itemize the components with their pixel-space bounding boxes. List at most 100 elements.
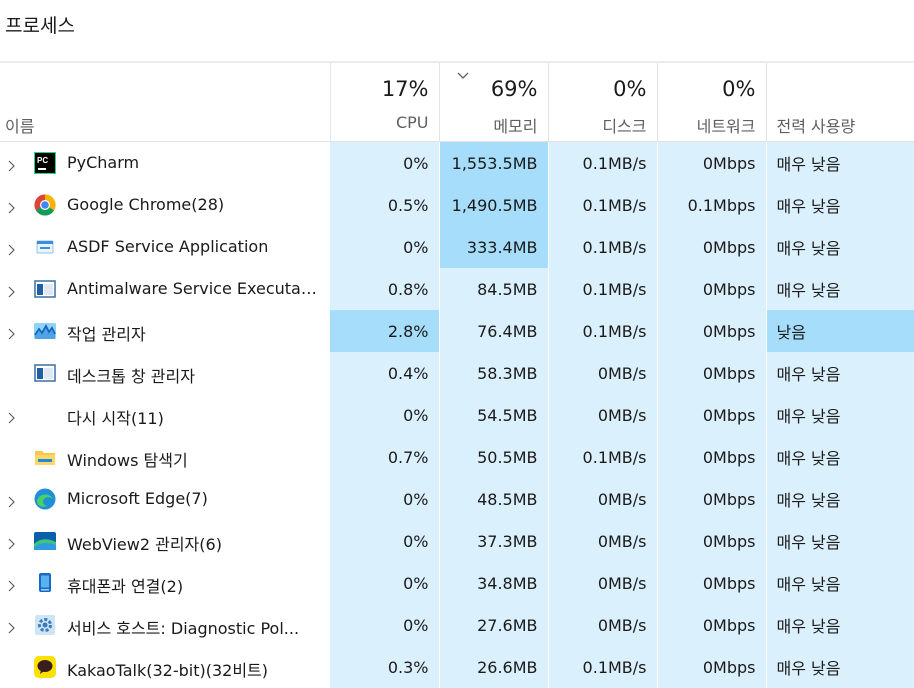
sort-descending-chevron-icon [457, 72, 468, 79]
column-header-memory[interactable]: 69% 메모리 [439, 63, 549, 142]
service-host-icon [34, 614, 56, 636]
expand-chevron-icon[interactable] [7, 619, 15, 634]
process-name: 데스크톱 창 관리자 [67, 367, 195, 386]
process-name-cell[interactable]: 서비스 호스트: Diagnostic Pol... [0, 604, 330, 646]
expand-chevron-icon[interactable] [7, 283, 15, 298]
process-name: ASDF Service Application [67, 237, 269, 256]
column-header-cpu[interactable]: 17% CPU [330, 63, 440, 142]
process-name: KakaoTalk(32-bit)(32비트) [67, 661, 269, 680]
column-cpu-label: CPU [395, 113, 429, 132]
process-name-cell[interactable]: Microsoft Edge(7) [0, 478, 330, 520]
process-name: Antimalware Service Executab... [67, 279, 325, 298]
table-row[interactable]: PC PyCharm 0% 1,553.5MB 0.1MB/s 0Mbps 매우 낮음 [0, 141, 914, 184]
table-row[interactable]: 데스크톱 창 관리자 0.4% 58.3MB 0MB/s 0Mbps 매우 낮음 [0, 352, 914, 394]
memory-cell: 37.3MB [439, 520, 549, 562]
file-explorer-icon [34, 446, 56, 468]
cpu-cell: 0% [330, 226, 440, 268]
expand-chevron-icon[interactable] [7, 409, 15, 424]
column-header-disk[interactable]: 0% 디스크 [548, 63, 658, 142]
expand-chevron-icon[interactable] [7, 493, 15, 508]
network-cell: 0.1Mbps [657, 184, 767, 226]
process-name: WebView2 관리자(6) [67, 535, 222, 554]
table-row[interactable]: ASDF Service Application 0% 333.4MB 0.1MB/s… [0, 226, 914, 268]
disk-cell: 0MB/s [548, 604, 658, 646]
disk-cell: 0MB/s [548, 352, 658, 394]
process-name-cell[interactable]: Google Chrome(28) [0, 184, 330, 226]
process-name-cell[interactable]: 휴대폰과 연결(2) [0, 562, 330, 604]
expand-chevron-icon[interactable] [7, 199, 15, 214]
table-row[interactable]: Antimalware Service Executab... 0.8% 84.5M… [0, 268, 914, 310]
table-row[interactable]: 다시 시작(11) 0% 54.5MB 0MB/s 0Mbps 매우 낮음 [0, 394, 914, 436]
power-usage-cell: 매우 낮음 [766, 352, 914, 394]
cpu-cell: 0% [330, 520, 440, 562]
process-name-cell[interactable]: 데스크톱 창 관리자 [0, 352, 330, 394]
power-usage-cell: 매우 낮음 [766, 436, 914, 478]
webview2-icon [34, 530, 56, 552]
table-row[interactable]: WebView2 관리자(6) 0% 37.3MB 0MB/s 0Mbps 매우 낮음 [0, 520, 914, 562]
process-name-cell[interactable]: 작업 관리자 [0, 310, 330, 352]
expand-chevron-icon[interactable] [7, 241, 15, 256]
column-header-network[interactable]: 0% 네트워크 [657, 63, 767, 142]
expand-chevron-icon[interactable] [7, 577, 15, 592]
table-row[interactable]: 서비스 호스트: Diagnostic Pol... 0% 27.6MB 0MB/s 0… [0, 604, 914, 646]
network-cell: 0Mbps [657, 394, 767, 436]
edge-icon [34, 488, 56, 510]
desktop-window-manager-icon [34, 362, 56, 384]
svg-text:PC: PC [37, 156, 48, 165]
cpu-cell: 0.4% [330, 352, 440, 394]
process-name: PyCharm [67, 153, 140, 172]
network-cell: 0Mbps [657, 226, 767, 268]
page-title: 프로세스 [5, 15, 75, 37]
process-name-cell[interactable]: Antimalware Service Executab... [0, 268, 330, 310]
power-usage-cell: 매우 낮음 [766, 604, 914, 646]
process-name: 휴대폰과 연결(2) [67, 577, 184, 596]
table-row[interactable]: Google Chrome(28) 0.5% 1,490.5MB 0.1MB/s 0.1… [0, 184, 914, 226]
disk-cell: 0.1MB/s [548, 141, 658, 184]
process-name-cell[interactable]: 다시 시작(11) [0, 394, 330, 436]
table-row[interactable]: Windows 탐색기 0.7% 50.5MB 0.1MB/s 0Mbps 매우 낮음 [0, 436, 914, 478]
power-usage-cell: 매우 낮음 [766, 184, 914, 226]
process-name-cell[interactable]: WebView2 관리자(6) [0, 520, 330, 562]
memory-cell: 76.4MB [439, 310, 549, 352]
column-header-power[interactable]: 전력 사용량 [766, 63, 914, 142]
kakaotalk-icon [34, 656, 56, 678]
process-name: Windows 탐색기 [67, 451, 188, 470]
process-name: Microsoft Edge(7) [67, 489, 208, 508]
cpu-cell: 0% [330, 141, 440, 184]
disk-cell: 0.1MB/s [548, 226, 658, 268]
phone-link-icon [34, 572, 56, 594]
cpu-total-percent: 17% [381, 77, 429, 101]
table-row[interactable]: 작업 관리자 2.8% 76.4MB 0.1MB/s 0Mbps 낮음 [0, 310, 914, 352]
disk-cell: 0.1MB/s [548, 184, 658, 226]
power-usage-cell: 매우 낮음 [766, 520, 914, 562]
table-row[interactable]: Microsoft Edge(7) 0% 48.5MB 0MB/s 0Mbps 매우 낮음 [0, 478, 914, 520]
network-cell: 0Mbps [657, 520, 767, 562]
process-name-cell[interactable]: ASDF Service Application [0, 226, 330, 268]
expand-chevron-icon[interactable] [7, 535, 15, 550]
power-usage-cell: 매우 낮음 [766, 394, 914, 436]
network-cell: 0Mbps [657, 478, 767, 520]
memory-cell: 50.5MB [439, 436, 549, 478]
table-row[interactable]: 휴대폰과 연결(2) 0% 34.8MB 0MB/s 0Mbps 매우 낮음 [0, 562, 914, 604]
cpu-cell: 0% [330, 604, 440, 646]
antimalware-icon [34, 278, 56, 300]
memory-cell: 333.4MB [439, 226, 549, 268]
process-name: 다시 시작(11) [67, 409, 164, 428]
cpu-cell: 0% [330, 394, 440, 436]
process-name-cell[interactable]: PC PyCharm [0, 141, 330, 184]
memory-cell: 27.6MB [439, 604, 549, 646]
disk-cell: 0MB/s [548, 478, 658, 520]
expand-chevron-icon[interactable] [7, 157, 15, 172]
memory-total-percent: 69% [490, 77, 538, 101]
process-name-cell[interactable]: Windows 탐색기 [0, 436, 330, 478]
network-cell: 0Mbps [657, 604, 767, 646]
column-network-label: 네트워크 [696, 117, 756, 136]
expand-chevron-icon[interactable] [7, 325, 15, 340]
disk-cell: 0.1MB/s [548, 268, 658, 310]
column-header-name[interactable]: 이름 [0, 63, 331, 142]
cpu-cell: 0% [330, 562, 440, 604]
column-disk-label: 디스크 [602, 117, 647, 136]
power-usage-cell: 낮음 [766, 310, 914, 352]
power-usage-cell: 매우 낮음 [766, 141, 914, 184]
task-manager-icon [34, 320, 56, 342]
